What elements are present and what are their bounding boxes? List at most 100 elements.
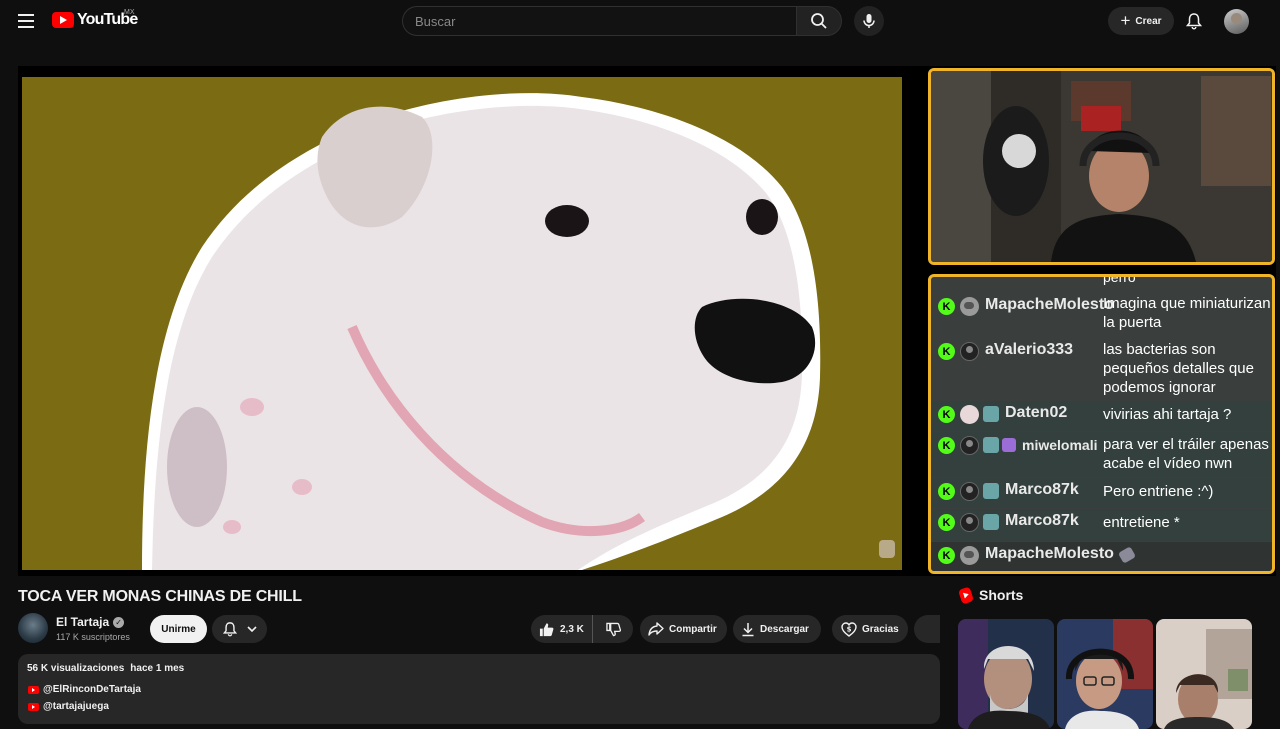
thumbs-up-icon [539,622,554,636]
subscriber-badge-icon [983,514,999,530]
channel-link[interactable]: @tartajajuega [28,701,109,712]
chat-username: aValerio333 [985,341,1074,358]
like-count: 2,3 K [560,623,584,635]
chat-message: K aValerio333 las bacterias son pequeños… [931,338,1272,400]
thumbs-down-icon [605,622,621,636]
download-button[interactable]: Descargar [733,615,821,643]
short-image [1057,619,1153,729]
channel-watermark [879,540,895,558]
user-avatar [960,513,979,532]
description-box[interactable]: 56 K visualizaciones hace 1 mes @ElRincon… [18,654,940,724]
user-avatar [960,342,979,361]
svg-text:$: $ [847,625,852,633]
bell-icon [222,622,237,637]
channel-name: El Tartaja [56,615,110,629]
description-meta: 56 K visualizaciones hace 1 mes [27,663,184,674]
webcam-overlay [928,68,1275,265]
subscription-notification-button[interactable] [212,615,267,643]
channel-link-text: @tartajajuega [43,701,109,712]
top-bar: YouTube MX + Crear [0,0,1280,42]
chat-text: Imagina que miniaturizan la puerta [1103,295,1271,331]
subscriber-count: 117 K suscriptores [56,632,130,642]
upload-age: hace 1 mes [130,663,185,674]
heart-dollar-icon: $ [841,621,857,637]
short-thumbnail[interactable] [958,619,1054,729]
shorts-heading: Shorts [957,586,1024,604]
chat-username: Marco87k [1005,481,1079,498]
more-actions-button[interactable] [914,615,940,643]
video-player[interactable]: perro K MapacheMolesto Imagina que minia… [18,66,1276,576]
menu-icon[interactable] [14,10,38,32]
chat-message: K Marco87k Pero entriene :^) [931,478,1272,508]
shorts-title: Shorts [979,587,1024,603]
user-avatar [960,546,979,565]
channel-avatar[interactable] [18,613,48,643]
kick-badge-icon: K [938,483,955,500]
download-icon [742,622,754,636]
thanks-button[interactable]: $ Gracias [832,615,908,643]
country-code: MX [124,9,135,16]
user-avatar [960,405,979,424]
gift-badge-icon [1002,438,1016,452]
user-avatar [960,297,979,316]
chat-username: MapacheMolesto [985,296,1114,313]
voice-search-button[interactable] [854,6,884,36]
microphone-icon [863,14,875,28]
like-dislike-group: 2,3 K [531,615,633,643]
like-button[interactable]: 2,3 K [531,615,593,643]
bell-icon [1186,13,1202,30]
user-avatar [960,482,979,501]
search-icon [811,13,827,29]
dislike-button[interactable] [593,615,633,643]
chat-text: Pero entriene :^) [1103,483,1214,500]
chat-text: vivirias ahi tartaja ? [1103,406,1232,423]
subscriber-badge-icon [983,437,999,453]
chat-message: K MapacheMolesto [931,542,1272,571]
channel-name-link[interactable]: El Tartaja ✓ [56,615,125,629]
chat-message: K Marco87k entretiene * [931,509,1272,541]
stream-chat-overlay: perro K MapacheMolesto Imagina que minia… [928,274,1275,574]
plus-icon: + [1120,10,1131,30]
video-title: TOCA VER MONAS CHINAS DE CHILL [18,588,302,605]
user-avatar [960,436,979,455]
search-button[interactable] [796,6,842,36]
youtube-icon [28,685,39,694]
chat-message: K MapacheMolesto Imagina que miniaturiza… [931,293,1272,337]
chat-message: K miwelomali para ver el tráiler apenas … [931,432,1272,477]
chat-text: las bacterias son pequeños detalles que … [1103,341,1254,396]
chat-text: para ver el tráiler apenas acabe el víde… [1103,436,1269,472]
short-thumbnail[interactable] [1057,619,1153,729]
kick-badge-icon: K [938,343,955,360]
kick-badge-icon: K [938,514,955,531]
search-input[interactable] [415,7,796,35]
join-button[interactable]: Unirme [150,615,207,643]
notifications-button[interactable] [1183,9,1205,33]
create-button[interactable]: + Crear [1108,7,1174,35]
subscriber-badge-icon [983,483,999,499]
chat-username: Daten02 [1005,404,1068,421]
chat-message: K Daten02 vivirias ahi tartaja ? [931,401,1272,431]
kick-badge-icon: K [938,298,955,315]
verified-icon: ✓ [113,616,125,628]
video-frame [22,77,902,570]
chat-username: MapacheMolesto [985,545,1114,562]
subscriber-badge-icon [983,406,999,422]
short-image [1156,619,1252,729]
share-label: Compartir [669,623,717,635]
channel-link[interactable]: @ElRinconDeTartaja [28,684,141,695]
download-label: Descargar [760,623,809,635]
chat-username: miwelomali [1022,437,1098,453]
share-icon [648,622,664,636]
chat-username: Marco87k [1005,512,1079,529]
channel-link-text: @ElRinconDeTartaja [43,684,141,695]
chat-text: entretiene * [1103,514,1180,531]
short-thumbnail[interactable] [1156,619,1252,729]
view-count: 56 K visualizaciones [27,663,125,674]
kick-badge-icon: K [938,437,955,454]
chevron-down-icon [246,626,257,632]
streamer-webcam-image [931,71,1272,262]
kick-badge-icon: K [938,547,955,564]
share-button[interactable]: Compartir [640,615,727,643]
account-avatar[interactable] [1224,9,1249,34]
short-image [958,619,1054,729]
